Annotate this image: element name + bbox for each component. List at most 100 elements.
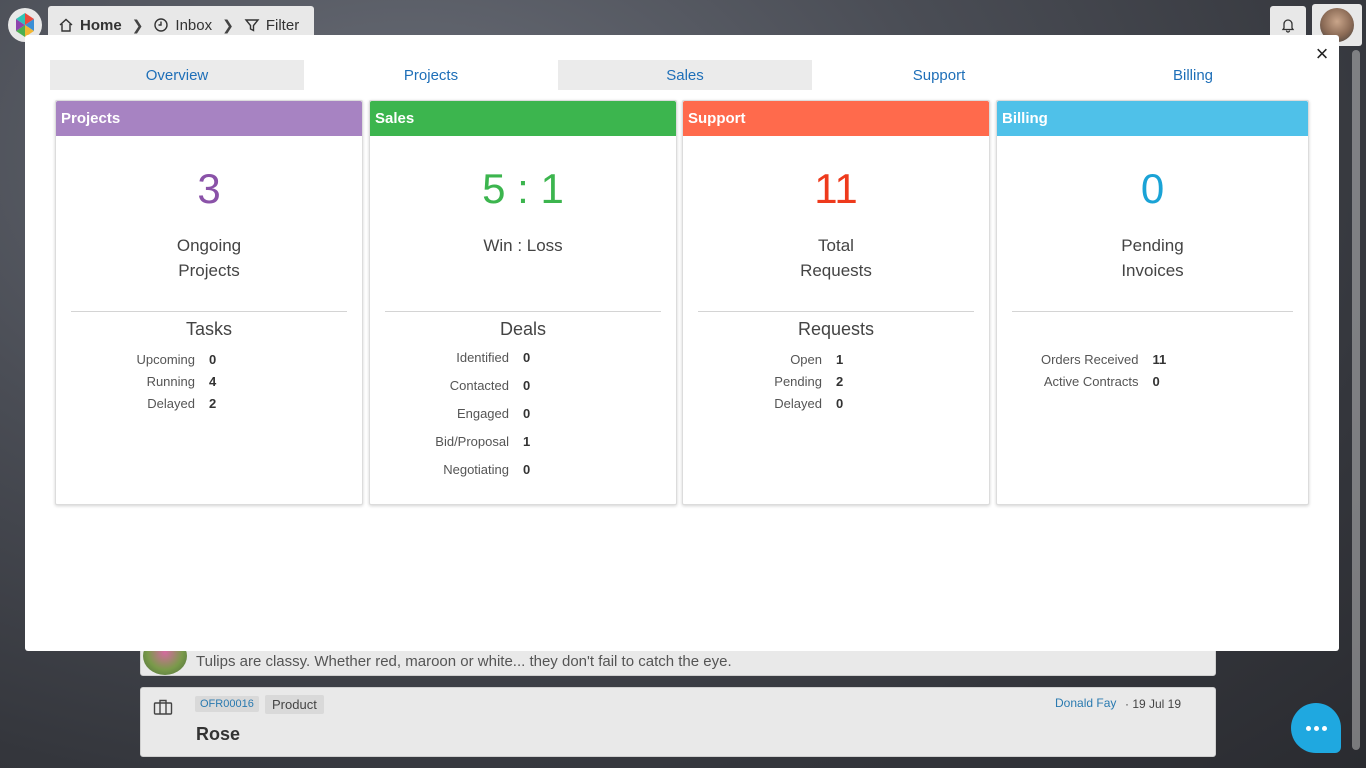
stat-label: Upcoming	[136, 351, 195, 367]
home-icon	[59, 18, 73, 32]
label-line: Pending	[1121, 236, 1184, 255]
card-header: Support	[683, 101, 989, 136]
label-line: Ongoing	[176, 236, 242, 255]
stat-label: Engaged	[456, 405, 509, 421]
stat-row: Identified 0	[370, 343, 676, 371]
card-header: Projects	[56, 101, 362, 136]
pending-invoices-label: Pending Invoices	[997, 233, 1308, 283]
stat-label: Delayed	[774, 395, 822, 411]
label-line: Invoices	[1121, 261, 1184, 280]
label-line: Total	[818, 236, 854, 255]
offer-title[interactable]: Rose	[196, 724, 240, 745]
label-line: Requests	[800, 261, 872, 280]
breadcrumb-home[interactable]: Home	[58, 17, 122, 34]
divider	[1012, 311, 1293, 312]
stat-value: 11	[1152, 351, 1167, 367]
support-card[interactable]: Support 11 Total Requests Requests Open 1…	[682, 100, 990, 505]
stat-row: Engaged 0	[370, 399, 676, 427]
chevron-right-icon: ❯	[222, 16, 234, 33]
stat-label: Pending	[774, 373, 822, 389]
feed-card[interactable]: OFR00016 Product Donald Fay · 19 Jul 19 …	[140, 687, 1216, 757]
divider	[698, 311, 974, 312]
label-line: Projects	[178, 261, 240, 280]
tab-support[interactable]: Support	[812, 60, 1066, 90]
clock-icon	[154, 18, 169, 32]
tab-sales[interactable]: Sales	[558, 60, 812, 90]
pending-invoices-count: 0	[1140, 165, 1165, 212]
stat-row: Bid/Proposal 1	[370, 427, 676, 455]
stat-row: Orders Received 11	[997, 348, 1308, 370]
breadcrumb-home-label: Home	[80, 16, 122, 34]
billing-card[interactable]: Billing 0 Pending Invoices Orders Receiv…	[996, 100, 1309, 505]
breadcrumb-inbox[interactable]: Inbox	[153, 17, 212, 34]
breadcrumb-filter[interactable]: Filter	[244, 17, 299, 34]
stat-label: Contacted	[449, 377, 509, 393]
stat-value: 0	[836, 395, 844, 411]
tasks-heading: Tasks	[185, 319, 232, 339]
sales-card[interactable]: Sales 5 : 1 Win : Loss Deals Identified 0…	[369, 100, 677, 505]
divider	[71, 311, 347, 312]
briefcase-icon	[153, 699, 173, 715]
stat-label: Delayed	[147, 395, 195, 411]
projects-card[interactable]: Projects 3 Ongoing Projects Tasks Upcomi…	[55, 100, 363, 505]
total-requests-count: 11	[814, 165, 858, 212]
stat-value: 0	[1152, 373, 1160, 389]
offer-id-badge[interactable]: OFR00016	[195, 696, 259, 712]
stat-row: Delayed 0	[683, 392, 989, 414]
bell-icon	[1281, 19, 1295, 33]
stat-label: Orders Received	[1040, 351, 1139, 367]
stat-row: Delayed 2	[56, 392, 362, 414]
stat-value: 0	[523, 349, 531, 365]
dashboard-modal: × Overview Projects Sales Support Billin…	[25, 35, 1339, 651]
stat-row: Pending 2	[683, 370, 989, 392]
stat-row: Active Contracts 0	[997, 370, 1308, 392]
tab-billing[interactable]: Billing	[1066, 60, 1320, 90]
stat-label: Running	[146, 373, 195, 389]
tasks-stats: Upcoming 0 Running 4 Delayed 2	[56, 348, 362, 414]
stat-value: 0	[523, 461, 531, 477]
requests-stats: Open 1 Pending 2 Delayed 0	[683, 348, 989, 414]
chat-button[interactable]	[1291, 703, 1341, 753]
stat-value: 2	[836, 373, 844, 389]
stat-value: 1	[523, 433, 531, 449]
breadcrumb-inbox-label: Inbox	[175, 16, 213, 34]
billing-stats: Orders Received 11 Active Contracts 0	[997, 348, 1308, 392]
stat-value: 4	[209, 373, 217, 389]
stat-label: Open	[790, 351, 822, 367]
card-header: Sales	[370, 101, 676, 136]
ongoing-projects-count: 3	[197, 165, 221, 212]
win-loss-label: Win : Loss	[370, 233, 676, 258]
stat-value: 0	[523, 405, 531, 421]
total-requests-label: Total Requests	[683, 233, 989, 283]
label-line: Win : Loss	[483, 236, 563, 255]
card-header: Billing	[997, 101, 1308, 136]
deals-heading: Deals	[499, 319, 547, 339]
ongoing-projects-label: Ongoing Projects	[56, 233, 362, 283]
page-scrollbar[interactable]	[1352, 50, 1360, 750]
stat-row: Contacted 0	[370, 371, 676, 399]
stat-row: Running 4	[56, 370, 362, 392]
stat-row: Negotiating 0	[370, 455, 676, 483]
tab-bar: Overview Projects Sales Support Billing	[50, 60, 1320, 90]
win-loss-ratio: 5 : 1	[482, 165, 564, 212]
stat-value: 2	[209, 395, 217, 411]
filter-icon	[244, 19, 260, 32]
breadcrumb-filter-label: Filter	[265, 16, 300, 34]
stat-row: Open 1	[683, 348, 989, 370]
deals-stats: Identified 0 Contacted 0 Engaged 0 Bid/Prop…	[370, 343, 676, 483]
tab-projects[interactable]: Projects	[304, 60, 558, 90]
stat-value: 0	[209, 351, 217, 367]
stat-label: Active Contracts	[1043, 373, 1139, 389]
chat-dots-icon	[1305, 725, 1327, 731]
stat-value: 0	[523, 377, 531, 393]
stat-label: Negotiating	[443, 461, 509, 477]
chevron-right-icon: ❯	[131, 16, 144, 33]
offer-author-link[interactable]: Donald Fay	[1055, 696, 1116, 710]
stat-value: 1	[836, 351, 844, 367]
offer-type-badge: Product	[265, 695, 324, 714]
tab-overview[interactable]: Overview	[50, 60, 304, 90]
requests-heading: Requests	[797, 319, 875, 339]
stat-label: Bid/Proposal	[435, 433, 509, 449]
summary-cards: Projects 3 Ongoing Projects Tasks Upcomi…	[55, 100, 1310, 505]
post-text: Tulips are classy. Whether red, maroon o…	[196, 653, 732, 670]
